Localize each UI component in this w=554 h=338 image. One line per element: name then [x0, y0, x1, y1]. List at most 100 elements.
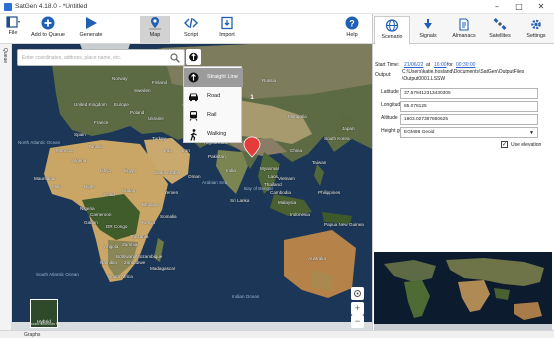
car-icon — [189, 93, 198, 102]
tab-almanacs[interactable]: Almanacs — [446, 16, 482, 44]
target-icon — [354, 290, 361, 297]
start-clock-link[interactable]: 16:00 — [434, 62, 447, 68]
tab-settings[interactable]: Settings — [518, 16, 554, 44]
map-label-south-africa: South Africa — [108, 274, 133, 279]
graphs-panel-bar[interactable]: Graphs — [0, 330, 554, 338]
map-label-oman: Oman — [188, 174, 201, 179]
map-button[interactable]: Map — [140, 16, 170, 43]
chevron-down-icon: ▼ — [529, 130, 534, 136]
altitude-label: Altitude — [381, 115, 398, 121]
use-elevation-checkbox[interactable]: ✓ — [501, 141, 508, 148]
globe-icon — [385, 19, 399, 32]
map-label-angola: Angola — [104, 244, 119, 249]
document-icon — [459, 18, 469, 31]
file-menu-button[interactable]: File — [2, 16, 24, 43]
map-label-ethiopia: Ethiopia — [142, 202, 159, 207]
help-button[interactable]: ? Help — [338, 16, 366, 43]
map-search-box[interactable] — [17, 49, 185, 66]
search-icon[interactable] — [170, 53, 180, 63]
map-label-india: India — [226, 168, 236, 173]
tab-satellites[interactable]: Satellites — [482, 16, 518, 44]
duration-link[interactable]: 00:30:00 — [456, 62, 475, 68]
minimize-button[interactable]: – — [486, 1, 508, 13]
map-label-europe: Europe — [114, 102, 129, 107]
tab-label: Satellites — [489, 33, 511, 39]
zoom-in-button[interactable]: + — [351, 302, 364, 315]
script-button[interactable]: Script — [176, 16, 206, 43]
add-to-queue-label: Add to Queue — [31, 32, 65, 38]
start-date-link[interactable]: 21/06/22 — [404, 62, 423, 68]
map-label-sudan: Sudan — [122, 188, 136, 193]
window-title: SatGen 4.18.0 - *Untitled — [15, 3, 88, 10]
output-path-line2[interactable]: \Output0001.LSSW — [402, 76, 445, 82]
add-to-queue-button[interactable]: Add to Queue — [28, 16, 68, 43]
map-label-bay-of-bengal: Bay of Bengal — [244, 186, 273, 191]
left-sidebar: Queue — [0, 44, 12, 330]
at-label: at — [426, 62, 431, 68]
title-bar: SatGen 4.18.0 - *Untitled – □ ✕ — [0, 0, 554, 14]
tab-scenario[interactable]: Scenario — [374, 16, 410, 45]
map-label-mongolia: Mongolia — [288, 114, 307, 119]
map-label-yemen: Yemen — [164, 190, 179, 195]
map-label-mozambique: Mozambique — [136, 254, 163, 259]
signal-icon — [424, 19, 432, 29]
queue-tab[interactable]: Queue — [2, 48, 8, 63]
map-label-algeria: Algeria — [72, 158, 87, 163]
map-label-vietnam: Vietnam — [278, 176, 295, 181]
route-mode-label: Road — [207, 93, 221, 99]
import-label: Import — [219, 32, 235, 38]
satellite-icon — [493, 18, 507, 30]
map-label-pakistan: Pakistan — [208, 154, 226, 159]
map-search-input[interactable] — [22, 52, 168, 64]
map-label-united-kingdom: United Kingdom — [74, 102, 107, 107]
generate-button[interactable]: Generate — [75, 16, 107, 43]
locate-button[interactable] — [351, 287, 364, 300]
map-label-myanmar: Myanmar — [260, 166, 280, 171]
zoom-out-button[interactable]: − — [351, 315, 364, 328]
map-label-finland: Finland — [152, 80, 168, 85]
height-geoid-select[interactable]: EGM96 Geoid ▼ — [400, 127, 538, 138]
route-mode-walking[interactable]: Walking — [184, 125, 243, 144]
tab-label: Scenario — [381, 34, 403, 40]
map-label-namibia: Namibia — [100, 260, 117, 265]
map-pin-icon — [149, 17, 161, 30]
walking-icon — [190, 129, 197, 141]
map-label-russia: Russia — [262, 78, 277, 83]
longitude-field[interactable]: 85.078125 — [400, 101, 538, 112]
map-label-indian-ocean: Indian Ocean — [232, 294, 260, 299]
latitude-field[interactable]: 37.579412313430305 — [400, 88, 538, 99]
output-path-line1[interactable]: C:\Users\katie.hosland\Documents\SatGen\… — [402, 69, 524, 75]
map-label-philippines: Philippines — [318, 190, 341, 195]
map-label-ukraine: Ukraine — [148, 116, 164, 121]
route-mode-label: Walking — [207, 131, 227, 137]
map-label-turkey: Turkey — [152, 136, 166, 141]
import-icon — [221, 16, 233, 30]
close-button[interactable]: ✕ — [530, 1, 552, 13]
map-label-japan: Japan — [342, 126, 355, 131]
earth-preview-image — [374, 252, 552, 330]
code-icon — [184, 17, 198, 29]
map-label-tunisia: Tunisia — [88, 144, 103, 149]
map-label-gabon: Gabon — [84, 220, 98, 225]
map-label-sri-lanka: Sri Lanka — [230, 198, 250, 203]
height-geoid-value: EGM96 Geoid — [404, 130, 435, 135]
map-label-somalia: Somalia — [160, 214, 177, 219]
route-mode-button[interactable] — [186, 49, 201, 65]
route-mode-rail[interactable]: Rail — [184, 106, 243, 125]
route-mode-straight-line[interactable]: Straight Line — [184, 68, 243, 87]
map-label-zambia: Zambia — [122, 242, 138, 247]
tab-signals[interactable]: Signals — [410, 16, 446, 44]
map-label-iraq: Iraq — [164, 148, 172, 153]
altitude-field[interactable]: 1803.027387860625 — [400, 114, 538, 125]
map-label-mali: Mali — [52, 184, 61, 189]
gear-icon — [531, 19, 541, 30]
import-button[interactable]: Import — [212, 16, 242, 43]
svg-text:?: ? — [349, 18, 355, 28]
straight-line-icon — [188, 72, 199, 83]
map-label-mauritania: Mauritania — [34, 176, 56, 181]
output-label: Output: — [375, 72, 392, 78]
route-mode-menu: Straight Line Road Rail Walking — [183, 66, 243, 144]
route-mode-road[interactable]: Road — [184, 87, 243, 106]
maximize-button[interactable]: □ — [508, 1, 530, 13]
app-logo-icon — [4, 3, 12, 11]
